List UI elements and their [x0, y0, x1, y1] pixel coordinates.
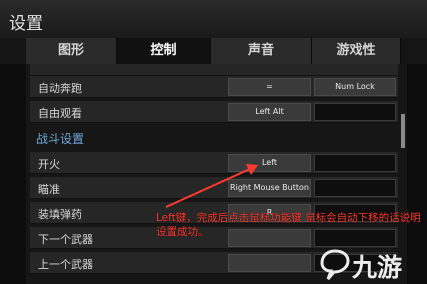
annotation-arrow-icon [165, 164, 258, 208]
annotation-text: Left键，完成后点击鼠标功能键 鼠标会自动下移的话说明设置成功。 [156, 212, 421, 238]
jiuyou-logo-icon [320, 249, 350, 280]
watermark-brand: 九游 [352, 253, 403, 282]
